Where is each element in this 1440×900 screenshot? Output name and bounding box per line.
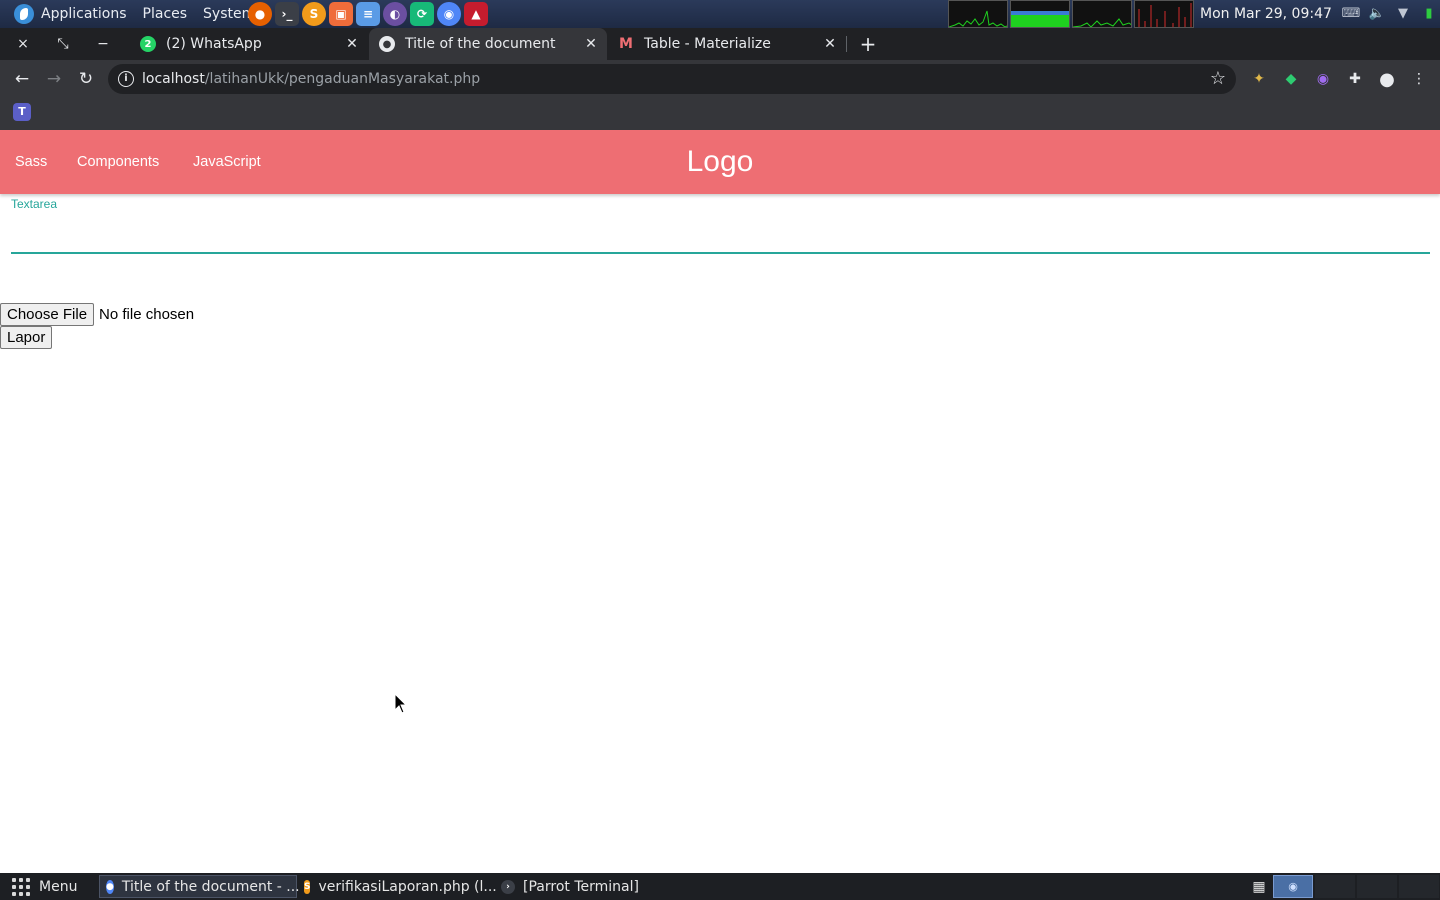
tab-title: Table - Materialize xyxy=(644,36,771,52)
nav-link-components[interactable]: Components xyxy=(77,130,159,194)
cpu-monitor xyxy=(948,0,1008,28)
taskbar-task-title: verifikasiLaporan.php (l... xyxy=(318,878,497,895)
network-monitor xyxy=(1072,0,1132,28)
volume-icon[interactable]: 🔈 xyxy=(1368,4,1386,22)
firefox-icon[interactable]: ● xyxy=(248,2,272,26)
grid-menu-icon xyxy=(12,877,30,896)
terminal-icon: › xyxy=(501,879,515,894)
report-textarea[interactable] xyxy=(11,218,1430,254)
taskbar-task-title: [Parrot Terminal] xyxy=(523,878,639,895)
memory-monitor xyxy=(1010,0,1070,28)
workspace-switcher[interactable]: ◉ xyxy=(1273,875,1313,898)
tab-close-icon[interactable]: ✕ xyxy=(583,36,599,52)
window-close-button[interactable]: × xyxy=(4,28,42,60)
sublime-text-icon: S xyxy=(304,879,311,894)
window-minimize-button[interactable]: − xyxy=(84,28,122,60)
workspace-4[interactable] xyxy=(1399,875,1439,898)
taskbar: Menu ● Title of the document - ... S ver… xyxy=(0,873,1440,900)
screenshot-tray-icon[interactable]: ▦ xyxy=(1248,875,1270,898)
tab-close-icon[interactable]: ✕ xyxy=(822,36,838,52)
url-text[interactable]: localhost/latihanUkk/pengaduanMasyarakat… xyxy=(142,64,480,94)
chromium-icon: ● xyxy=(106,879,114,894)
site-info-icon[interactable]: i xyxy=(118,71,134,87)
terminal-icon[interactable]: ›_ xyxy=(275,2,299,26)
window-maximize-button[interactable]: ⤡ xyxy=(44,28,82,60)
tor-icon[interactable]: ◐ xyxy=(383,2,407,26)
places-menu[interactable]: Places xyxy=(135,0,196,28)
tab-close-icon[interactable]: ✕ xyxy=(344,36,360,52)
address-bar[interactable]: i localhost/latihanUkk/pengaduanMasyarak… xyxy=(108,64,1236,94)
back-button[interactable]: ← xyxy=(8,65,36,93)
tab-title: (2) WhatsApp xyxy=(166,36,262,52)
tab-title: Title of the document xyxy=(405,36,556,52)
extension-icon-2[interactable]: ◆ xyxy=(1280,68,1302,90)
system-menu: Applications Places System xyxy=(6,0,263,28)
system-panel: Applications Places System ● ›_ S ▣ ≡ ◐ … xyxy=(0,0,1440,28)
textarea-label: Textarea xyxy=(11,197,58,211)
extension-icon-3[interactable]: ◉ xyxy=(1312,68,1334,90)
nav-link-sass[interactable]: Sass xyxy=(15,130,47,194)
bookmarks-bar: T xyxy=(0,98,1440,130)
page-content: Sass Components JavaScript Logo Textarea… xyxy=(0,130,1440,873)
reload-button[interactable]: ↻ xyxy=(72,65,100,93)
disk-monitor xyxy=(1134,0,1194,28)
parrot-logo-icon xyxy=(14,4,34,24)
system-monitors xyxy=(948,0,1194,28)
taskbar-task-title: Title of the document - ... xyxy=(121,878,300,895)
browser-toolbar: ← → ↻ i localhost/latihanUkk/pengaduanMa… xyxy=(0,60,1440,98)
applications-menu-label: Applications xyxy=(41,6,127,22)
package-icon[interactable]: ▣ xyxy=(329,2,353,26)
choose-file-button[interactable]: Choose File xyxy=(0,303,95,326)
site-navbar: Sass Components JavaScript Logo xyxy=(0,130,1440,194)
chromium-icon[interactable]: ◉ xyxy=(437,2,461,26)
taskbar-task-browser[interactable]: ● Title of the document - ... xyxy=(99,875,300,898)
extension-icon-1[interactable]: ✦ xyxy=(1248,68,1270,90)
puzzle-icon[interactable]: ✚ xyxy=(1344,68,1366,90)
profile-icon[interactable]: ● xyxy=(1376,68,1398,90)
clock[interactable]: Mon Mar 29, 09:47 xyxy=(1200,0,1332,28)
places-menu-label: Places xyxy=(142,6,188,22)
more-icon[interactable]: ⋮ xyxy=(1408,68,1430,90)
tab-strip: × ⤡ − 2 (2) WhatsApp ✕ ● Title of the do… xyxy=(0,28,1440,60)
tab-table-materialize[interactable]: M Table - Materialize ✕ xyxy=(608,28,846,60)
system-tray: ⌨ 🔈 ▼ ▮ xyxy=(1342,4,1438,22)
workspace-3[interactable] xyxy=(1357,875,1397,898)
tab-whatsapp[interactable]: 2 (2) WhatsApp ✕ xyxy=(130,28,368,60)
workspace-2[interactable] xyxy=(1315,875,1355,898)
bookmark-star-icon[interactable]: ☆ xyxy=(1210,68,1226,89)
taskbar-task-terminal[interactable]: › [Parrot Terminal] xyxy=(495,875,655,898)
globe-icon: ● xyxy=(379,36,395,52)
url-path: /latihanUkk/pengaduanMasyarakat.php xyxy=(204,71,481,87)
applications-menu[interactable]: Applications xyxy=(6,0,135,28)
taskbar-menu-button[interactable]: Menu xyxy=(12,873,77,900)
app-icon[interactable]: ▲ xyxy=(464,2,488,26)
file-status-text: No file chosen xyxy=(99,306,195,323)
teams-icon[interactable]: T xyxy=(13,103,31,121)
launcher-bar: ● ›_ S ▣ ≡ ◐ ⟳ ◉ ▲ xyxy=(248,2,488,26)
sublime-text-icon[interactable]: S xyxy=(302,2,326,26)
taskbar-menu-label: Menu xyxy=(39,878,78,895)
chromium-icon: ◉ xyxy=(1288,880,1298,893)
brand-logo[interactable]: Logo xyxy=(687,145,754,178)
new-tab-button[interactable]: + xyxy=(856,32,880,56)
tab-separator xyxy=(846,36,847,52)
keyboard-icon[interactable]: ⌨ xyxy=(1342,4,1361,22)
battery-icon[interactable]: ▮ xyxy=(1420,4,1438,22)
forward-button[interactable]: → xyxy=(40,65,68,93)
nav-link-javascript[interactable]: JavaScript xyxy=(193,130,261,194)
whatsapp-icon: 2 xyxy=(140,36,156,52)
lapor-submit-button[interactable]: Lapor xyxy=(0,326,53,349)
materialize-icon: M xyxy=(619,36,633,52)
text-editor-icon[interactable]: ≡ xyxy=(356,2,380,26)
taskbar-task-sublime[interactable]: S verifikasiLaporan.php (l... xyxy=(298,875,497,898)
tab-title-of-the-document[interactable]: ● Title of the document ✕ xyxy=(369,28,607,60)
file-input[interactable]: Choose File No file chosen xyxy=(0,303,194,326)
wifi-icon[interactable]: ▼ xyxy=(1394,4,1412,22)
url-host: localhost xyxy=(142,71,205,87)
sync-icon[interactable]: ⟳ xyxy=(410,2,434,26)
